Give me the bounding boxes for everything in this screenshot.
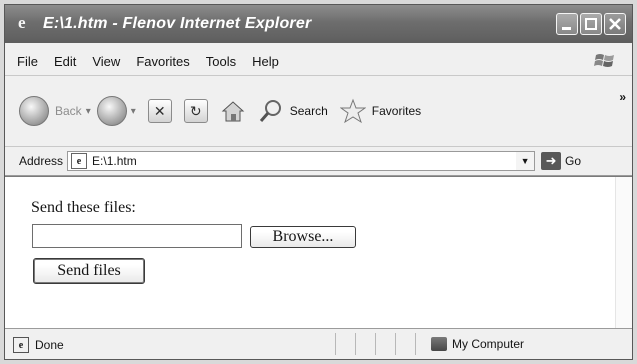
home-icon <box>221 101 245 122</box>
window-title: E:\1.htm - Flenov Internet Explorer <box>43 15 312 32</box>
file-input[interactable] <box>32 224 242 248</box>
address-value[interactable]: E:\1.htm <box>92 154 137 168</box>
minimize-button[interactable] <box>556 13 578 35</box>
back-arrow-icon <box>19 96 49 126</box>
menu-help[interactable]: Help <box>252 54 279 69</box>
star-icon <box>339 98 366 124</box>
address-label: Address <box>19 154 64 168</box>
standard-toolbar: Back ▾ ▾ ✕ ↻ Search Favorites » <box>5 76 632 147</box>
browser-window: e E:\1.htm - Flenov Internet Explorer Fi… <box>4 4 633 360</box>
back-button[interactable]: Back ▾ <box>19 96 95 126</box>
computer-icon <box>431 337 447 351</box>
status-zone: My Computer <box>431 337 524 351</box>
menu-edit[interactable]: Edit <box>54 54 76 69</box>
title-bar[interactable]: e E:\1.htm - Flenov Internet Explorer <box>5 5 632 43</box>
status-separator <box>415 333 416 355</box>
page-icon: e <box>71 153 88 169</box>
menu-bar: File Edit View Favorites Tools Help <box>5 47 632 76</box>
address-bar: Address e E:\1.htm ▼ ➜ Go <box>5 147 632 176</box>
send-files-button[interactable]: Send files <box>33 258 145 284</box>
vertical-scrollbar[interactable] <box>615 177 632 329</box>
favorites-label: Favorites <box>371 104 422 118</box>
toolbar-overflow-button[interactable]: » <box>619 90 626 104</box>
home-button[interactable] <box>220 99 246 123</box>
page-content: Send these files: Browse... Send files <box>5 176 632 329</box>
refresh-icon: ↻ <box>183 99 208 123</box>
go-arrow-icon: ➜ <box>541 152 562 170</box>
done-page-icon: e <box>13 337 29 353</box>
minimize-icon <box>562 27 571 30</box>
search-icon <box>259 100 281 122</box>
back-label: Back <box>55 104 82 118</box>
back-dropdown-icon[interactable]: ▾ <box>86 106 91 117</box>
ie-logo-icon: e <box>18 13 26 32</box>
forward-button[interactable]: ▾ <box>96 96 140 126</box>
search-label: Search <box>289 104 328 118</box>
status-text: Done <box>35 338 64 352</box>
favorites-button[interactable]: Favorites <box>339 98 422 124</box>
browse-button[interactable]: Browse... <box>250 226 356 248</box>
address-dropdown-icon[interactable]: ▼ <box>516 152 535 170</box>
windows-logo-icon <box>594 54 614 67</box>
stop-icon: ✕ <box>147 99 172 123</box>
maximize-button[interactable] <box>580 13 602 35</box>
forward-arrow-icon <box>96 96 127 126</box>
go-label: Go <box>565 154 582 168</box>
status-separator <box>375 333 376 355</box>
close-button[interactable] <box>604 13 626 35</box>
search-button[interactable]: Search <box>258 98 328 124</box>
refresh-button[interactable]: ↻ <box>183 99 208 123</box>
close-icon <box>609 18 621 30</box>
zone-text: My Computer <box>452 337 525 351</box>
go-button[interactable]: ➜ Go <box>541 152 581 170</box>
maximize-icon <box>585 18 597 30</box>
menu-favorites[interactable]: Favorites <box>136 54 189 69</box>
address-field[interactable]: e E:\1.htm ▼ <box>67 151 536 171</box>
stop-button[interactable]: ✕ <box>147 99 172 123</box>
send-files-label: Send these files: <box>31 199 136 216</box>
forward-dropdown-icon[interactable]: ▾ <box>131 106 136 117</box>
status-done: e Done <box>13 337 64 353</box>
menu-view[interactable]: View <box>92 54 120 69</box>
status-separator <box>355 333 356 355</box>
menu-file[interactable]: File <box>17 54 38 69</box>
caption-buttons <box>556 13 626 35</box>
status-bar: e Done My Computer <box>5 328 632 359</box>
status-separator <box>335 333 336 355</box>
menu-tools[interactable]: Tools <box>206 54 236 69</box>
status-separator <box>395 333 396 355</box>
